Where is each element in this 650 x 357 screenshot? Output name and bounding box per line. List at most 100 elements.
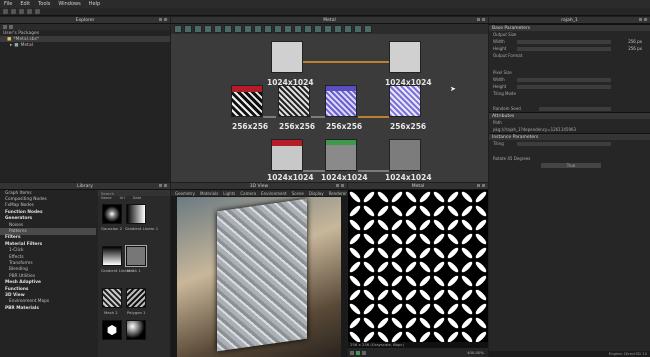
menu-file[interactable]: File [4, 1, 12, 7]
zoom-level[interactable]: 400.00% [467, 350, 484, 355]
channel-icon[interactable] [350, 350, 354, 355]
rotate-value-row: True [489, 162, 650, 169]
channel-icon[interactable] [362, 350, 366, 355]
tool-icon[interactable] [194, 25, 202, 33]
node-grunge-red[interactable] [271, 139, 303, 171]
float-icon[interactable] [477, 18, 480, 21]
close-icon[interactable] [341, 184, 344, 187]
rotate-dropdown[interactable]: True [541, 163, 601, 168]
menu-camera[interactable]: Camera [240, 191, 256, 196]
thumb-gradient-linear-1[interactable] [126, 204, 146, 224]
redo-icon[interactable] [35, 9, 40, 14]
tool-icon[interactable] [274, 25, 282, 33]
thumb-hexagon[interactable]: ⬢ [102, 320, 122, 340]
close-icon[interactable] [482, 184, 485, 187]
width-slider[interactable] [517, 39, 611, 44]
menu-lights[interactable]: Lights [223, 191, 235, 196]
base-parameters-section[interactable]: Base Parameters [489, 24, 650, 31]
menu-tools[interactable]: Tools [38, 1, 50, 7]
tool-icon[interactable] [244, 25, 252, 33]
close-icon[interactable] [164, 18, 167, 21]
2d-texture-preview[interactable] [348, 190, 488, 342]
node-gray[interactable] [325, 139, 357, 171]
height-value[interactable]: 256 px [628, 46, 642, 51]
3d-viewport[interactable] [177, 197, 341, 357]
row-label: Width [493, 39, 505, 44]
node-top-right[interactable] [389, 41, 421, 73]
float-icon[interactable] [336, 184, 339, 187]
tool-icon[interactable] [304, 25, 312, 33]
open-package-icon[interactable] [9, 25, 13, 29]
menu-scene[interactable]: Scene [292, 191, 304, 196]
menu-help[interactable]: Help [89, 1, 100, 7]
node-rajah-red[interactable] [231, 85, 263, 117]
float-icon[interactable] [159, 184, 162, 187]
tool-icon[interactable] [324, 25, 332, 33]
explorer-row-graph[interactable]: ▸ ■ Metal [0, 42, 170, 48]
attributes-section[interactable]: Attributes [489, 112, 650, 119]
node-output-gray[interactable] [389, 139, 421, 171]
float-icon[interactable] [159, 18, 162, 21]
node-output-blue[interactable] [389, 85, 421, 117]
tool-icon[interactable] [184, 25, 192, 33]
sort-date[interactable]: Date [133, 196, 142, 201]
tool-icon[interactable] [234, 25, 242, 33]
row-label: Pixel Size [493, 70, 512, 75]
tool-icon[interactable] [224, 25, 232, 33]
float-icon[interactable] [639, 18, 642, 21]
pixel-width-slider[interactable] [517, 77, 611, 82]
width-value[interactable]: 256 px [628, 39, 642, 44]
menu-renderer[interactable]: Renderer [329, 191, 347, 196]
thumb-gaussian[interactable] [102, 204, 122, 224]
channel-icon[interactable] [356, 350, 360, 355]
close-icon[interactable] [482, 18, 485, 21]
thumb-mesh-2[interactable] [102, 288, 122, 308]
tool-icon[interactable] [204, 25, 212, 33]
tool-icon[interactable] [354, 25, 362, 33]
tool-icon[interactable] [264, 25, 272, 33]
thumb-polygon-1[interactable] [126, 288, 146, 308]
new-icon[interactable] [3, 9, 8, 14]
pixel-height-slider[interactable] [517, 84, 611, 89]
node-pattern[interactable] [278, 85, 310, 117]
tool-icon[interactable] [294, 25, 302, 33]
new-package-icon[interactable] [3, 25, 7, 29]
tool-icon[interactable] [314, 25, 322, 33]
random-seed-slider[interactable] [539, 106, 611, 111]
graph-title: Metal [171, 17, 488, 24]
sort-url[interactable]: Url [120, 196, 125, 201]
menu-display[interactable]: Display [309, 191, 324, 196]
tiling-slider[interactable] [517, 141, 611, 146]
save-icon[interactable] [19, 9, 24, 14]
node-blue-pattern[interactable] [325, 85, 357, 117]
tool-icon[interactable] [334, 25, 342, 33]
menu-materials[interactable]: Materials [200, 191, 218, 196]
open-icon[interactable] [11, 9, 16, 14]
tool-icon[interactable] [284, 25, 292, 33]
menu-geometry[interactable]: Geometry [175, 191, 195, 196]
instance-parameters-section[interactable]: Instance Parameters [489, 133, 650, 140]
height-slider[interactable] [517, 46, 611, 51]
tool-icon[interactable] [254, 25, 262, 33]
float-icon[interactable] [477, 184, 480, 187]
close-icon[interactable] [164, 184, 167, 187]
expand-arrow-icon[interactable]: ▸ [10, 43, 12, 48]
node-top-left[interactable] [271, 41, 303, 73]
tool-icon[interactable] [214, 25, 222, 33]
sort-name[interactable]: Name [101, 196, 112, 201]
undo-icon[interactable] [27, 9, 32, 14]
thumb-gradient-corner[interactable] [126, 320, 146, 340]
2d-view-title-text: Metal [411, 183, 425, 189]
menu-environment[interactable]: Environment [261, 191, 287, 196]
tool-icon[interactable] [174, 25, 182, 33]
menu-windows[interactable]: Windows [58, 1, 80, 7]
close-icon[interactable] [644, 18, 647, 21]
thumb-gradient-linear-2[interactable] [102, 246, 122, 266]
library-category[interactable]: PBR Materials [0, 305, 96, 311]
3d-view-title-text: 3D View [249, 183, 269, 189]
tool-icon[interactable] [364, 25, 372, 33]
tool-icon[interactable] [344, 25, 352, 33]
thumb-mesh-1[interactable] [125, 245, 147, 267]
menu-edit[interactable]: Edit [20, 1, 30, 7]
path-value[interactable]: pkg:///rajah_1?dependency=1261145963 [493, 127, 576, 132]
